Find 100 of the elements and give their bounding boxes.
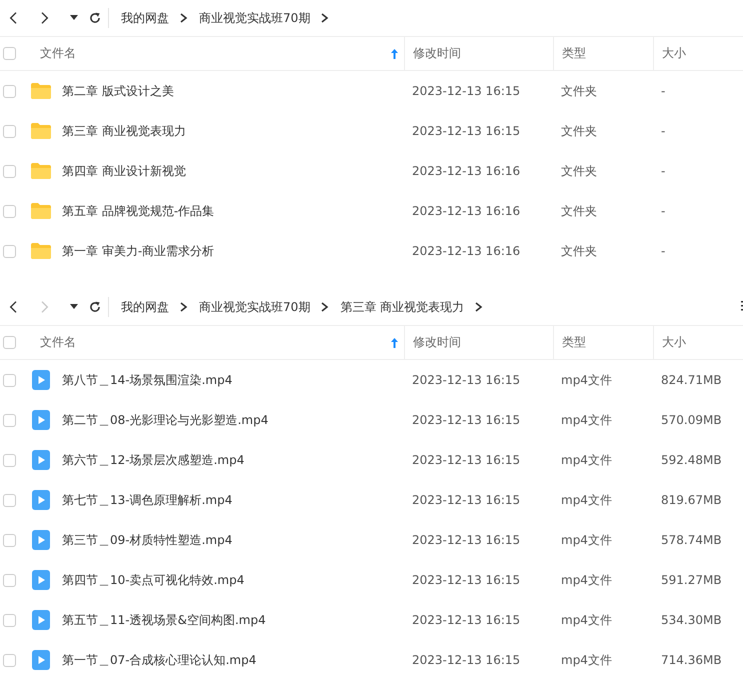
modified-time: 2023-12-13 16:16 [412, 164, 520, 178]
file-size: - [661, 84, 666, 98]
modified-time: 2023-12-13 16:15 [412, 613, 520, 627]
modified-time: 2023-12-13 16:15 [412, 533, 520, 547]
file-size: 578.74MB [661, 533, 722, 547]
file-type: 文件夹 [561, 122, 597, 140]
file-type: 文件夹 [561, 202, 597, 220]
video-file-icon [32, 610, 50, 630]
chevron-right-icon [180, 302, 188, 312]
file-name[interactable]: 第八节＿14-场景氛围渲染.mp4 [62, 372, 232, 388]
video-file-icon [32, 370, 50, 390]
refresh-icon[interactable] [88, 11, 102, 25]
column-header[interactable]: 修改时间 [413, 326, 553, 359]
sort-up-arrow-icon[interactable] [391, 338, 398, 348]
modified-time: 2023-12-13 16:15 [412, 653, 520, 667]
folder-icon [30, 82, 52, 100]
file-type: mp4文件 [561, 492, 612, 508]
modified-time: 2023-12-13 16:15 [412, 493, 520, 507]
row-checkbox[interactable] [3, 454, 16, 466]
file-type: 文件夹 [561, 242, 597, 260]
file-size: 591.27MB [661, 573, 722, 587]
modified-time: 2023-12-13 16:16 [412, 204, 520, 218]
file-name[interactable]: 第五节＿11-透视场景&空间构图.mp4 [62, 612, 266, 628]
row-checkbox[interactable] [3, 494, 16, 506]
file-type: mp4文件 [561, 412, 612, 428]
breadcrumb-link[interactable]: 商业视觉实战班70期 [197, 10, 312, 26]
file-size: - [661, 124, 666, 138]
column-header[interactable]: 类型 [562, 326, 653, 359]
select-all-checkbox[interactable] [3, 336, 16, 349]
file-type: 文件夹 [561, 82, 597, 100]
row-checkbox[interactable] [3, 614, 16, 626]
file-size: 534.30MB [661, 613, 722, 627]
modified-time: 2023-12-13 16:15 [412, 124, 520, 138]
row-checkbox[interactable] [3, 374, 16, 386]
file-type: mp4文件 [561, 452, 612, 468]
file-name[interactable]: 第一节＿07-合成核心理论认知.mp4 [62, 652, 256, 668]
row-checkbox[interactable] [3, 84, 16, 98]
video-file-icon [32, 450, 50, 470]
file-name[interactable]: 第三节＿09-材质特性塑造.mp4 [62, 532, 232, 548]
folder-icon [30, 242, 52, 260]
row-checkbox[interactable] [3, 534, 16, 546]
file-size: - [661, 244, 666, 258]
row-checkbox[interactable] [3, 204, 16, 218]
chevron-right-icon [321, 302, 330, 312]
file-type: mp4文件 [561, 652, 612, 668]
breadcrumb-link[interactable]: 第三章 商业视觉表现力 [338, 298, 466, 316]
row-checkbox[interactable] [3, 164, 16, 178]
file-type: mp4文件 [561, 612, 612, 628]
modified-time: 2023-12-13 16:16 [412, 244, 520, 258]
video-file-icon [32, 570, 50, 590]
file-size: 824.71MB [661, 373, 722, 387]
column-header[interactable]: 类型 [562, 37, 653, 70]
file-name[interactable]: 第二章 版式设计之美 [62, 82, 174, 100]
modified-time: 2023-12-13 16:15 [412, 373, 520, 387]
file-size: 819.67MB [661, 493, 722, 507]
refresh-icon[interactable] [88, 300, 102, 314]
file-size: - [661, 204, 666, 218]
row-checkbox[interactable] [3, 124, 16, 138]
file-name[interactable]: 第四节＿10-卖点可视化特效.mp4 [62, 572, 244, 588]
chevron-right-icon [180, 13, 188, 23]
chevron-right-icon [321, 13, 330, 23]
video-file-icon [32, 490, 50, 510]
file-name[interactable]: 第六节＿12-场景层次感塑造.mp4 [62, 452, 244, 468]
column-header[interactable]: 大小 [662, 326, 743, 359]
file-name[interactable]: 第五章 品牌视觉规范-作品集 [62, 202, 214, 220]
column-header[interactable]: 修改时间 [413, 37, 553, 70]
column-header[interactable]: 文件名 [30, 37, 404, 70]
file-type: mp4文件 [561, 572, 612, 588]
row-checkbox[interactable] [3, 654, 16, 666]
column-header[interactable]: 大小 [662, 37, 743, 70]
file-name[interactable]: 第四章 商业设计新视觉 [62, 162, 186, 180]
file-name[interactable]: 第三章 商业视觉表现力 [62, 122, 186, 140]
dropdown-caret-icon[interactable] [70, 304, 78, 310]
modified-time: 2023-12-13 16:15 [412, 413, 520, 427]
video-file-icon [32, 530, 50, 550]
column-header[interactable]: 文件名 [30, 326, 404, 359]
sort-up-arrow-icon[interactable] [391, 48, 398, 58]
chevron-right-icon [475, 302, 484, 312]
modified-time: 2023-12-13 16:15 [412, 453, 520, 467]
video-file-icon [32, 650, 50, 670]
select-all-checkbox[interactable] [3, 47, 16, 60]
breadcrumb-link[interactable]: 我的网盘 [119, 298, 171, 316]
file-size: 714.36MB [661, 653, 722, 667]
row-checkbox[interactable] [3, 414, 16, 426]
file-size: 592.48MB [661, 453, 722, 467]
folder-icon [30, 122, 52, 140]
dropdown-caret-icon[interactable] [70, 15, 78, 21]
file-type: mp4文件 [561, 372, 612, 388]
row-checkbox[interactable] [3, 574, 16, 586]
file-name[interactable]: 第一章 审美力-商业需求分析 [62, 242, 214, 260]
file-size: - [661, 164, 666, 178]
breadcrumb-link[interactable]: 我的网盘 [119, 10, 171, 26]
file-name[interactable]: 第七节＿13-调色原理解析.mp4 [62, 492, 232, 508]
folder-icon [30, 202, 52, 220]
file-name[interactable]: 第二节＿08-光影理论与光影塑造.mp4 [62, 412, 268, 428]
video-file-icon [32, 410, 50, 430]
folder-icon [30, 162, 52, 180]
breadcrumb-link[interactable]: 商业视觉实战班70期 [197, 298, 312, 316]
row-checkbox[interactable] [3, 244, 16, 258]
file-type: 文件夹 [561, 162, 597, 180]
